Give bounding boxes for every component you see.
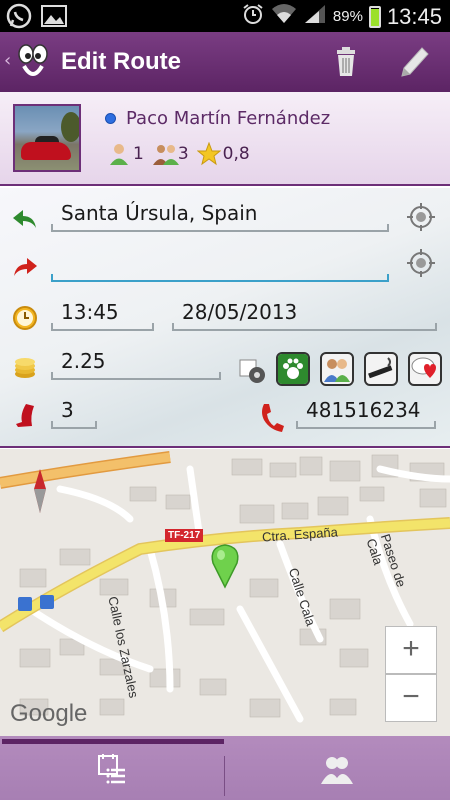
signal-icon [303,3,327,30]
zoom-in-button[interactable]: + [385,626,437,674]
action-bar: ‹ Edit Route [0,32,450,92]
alarm-icon [241,2,265,31]
passengers-icon [152,142,179,166]
time-field[interactable]: 13:45 [51,297,154,331]
google-attribution: Google [10,700,88,727]
group-icon[interactable] [320,752,354,786]
gallery-icon [40,3,68,33]
zoom-out-button[interactable]: − [385,674,437,722]
active-tab-indicator [2,739,224,744]
seats-field[interactable]: 3 [51,395,97,429]
date-field[interactable]: 28/05/2013 [172,297,437,331]
bottom-nav [0,736,450,800]
clock-icon [12,305,38,331]
coins-icon [12,354,38,380]
tab-divider [224,756,225,796]
driver-count: 1 [133,144,144,164]
locate-destination-icon[interactable] [406,248,436,278]
route-badge: TF-217 [165,529,204,542]
route-marker-icon[interactable] [209,543,241,589]
destination-field[interactable] [51,248,389,282]
pets-icon[interactable] [276,352,310,386]
locate-origin-icon[interactable] [406,202,436,232]
passenger-count: 3 [177,144,189,164]
calendar-list-icon[interactable] [95,752,129,786]
driver-profile[interactable] [0,92,450,186]
destination-arrow-icon [12,254,38,280]
clock-time: 13:45 [386,3,442,29]
battery-percentage: 89% [332,8,363,25]
app-logo-icon[interactable] [14,42,52,82]
people-icon[interactable] [320,352,354,386]
pencil-icon[interactable] [394,42,434,82]
battery-icon [368,5,381,28]
screen-title: Edit Route [61,48,181,75]
status-bar: 89% 13:45 [0,0,450,32]
avatar[interactable] [13,104,81,172]
driver-name: Paco Martín Fernández [126,108,331,129]
driver-rating: 0,8 [222,144,250,164]
back-chevron-icon[interactable]: ‹ [4,50,11,71]
phone-icon [258,400,286,434]
star-icon [196,141,222,166]
online-status-dot [105,113,116,124]
trash-icon[interactable] [326,42,366,82]
wifi-icon [271,3,297,30]
origin-arrow-icon [12,206,38,232]
driver-stats: 1 3 0,8 [107,141,256,166]
smoking-icon[interactable] [364,352,398,386]
seat-icon [12,402,38,428]
phone-field[interactable]: 481516234 [296,395,436,429]
price-field[interactable]: 2.25 [51,346,221,380]
whatsapp-icon [6,3,32,33]
origin-field[interactable]: Santa Úrsula, Spain [51,198,389,232]
chat-heart-icon[interactable] [408,352,442,386]
driver-icon [107,142,131,166]
preferences-settings-icon[interactable] [238,356,268,386]
